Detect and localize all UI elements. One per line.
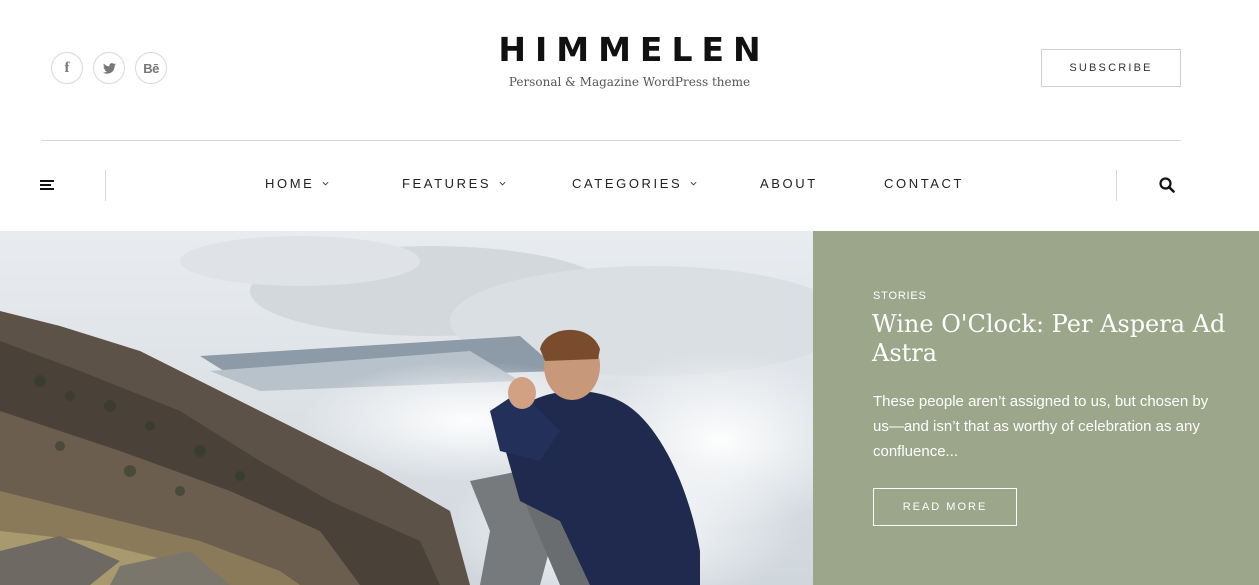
search-icon[interactable] <box>1158 176 1176 194</box>
chevron-down-icon <box>690 181 697 186</box>
nav-item-contact[interactable]: CONTACT <box>884 176 964 191</box>
chevron-down-icon <box>499 181 506 186</box>
nav-item-about[interactable]: ABOUT <box>760 176 818 191</box>
nav-item-label: FEATURES <box>402 176 492 191</box>
post-title[interactable]: Wine O'Clock: Per Aspera Ad Astra <box>872 310 1232 368</box>
nav-item-features[interactable]: FEATURES <box>402 176 506 191</box>
subscribe-button[interactable]: SUBSCRIBE <box>1041 49 1181 87</box>
nav-item-label: CONTACT <box>884 176 965 191</box>
hero-photo-illustration <box>0 231 813 585</box>
nav-item-categories[interactable]: CATEGORIES <box>572 176 697 191</box>
post-excerpt: These people aren’t assigned to us, but … <box>873 393 1209 460</box>
nav-item-label: CATEGORIES <box>572 176 683 191</box>
nav-divider-right <box>1116 170 1117 201</box>
nav-item-home[interactable]: HOME <box>265 176 329 191</box>
read-more-button[interactable]: READ MORE <box>873 488 1017 526</box>
chevron-down-icon <box>322 181 329 186</box>
main-navigation: HOME FEATURES CATEGORIES ABOUT CONTACT <box>0 176 1259 196</box>
nav-item-label: HOME <box>265 176 315 191</box>
nav-item-label: ABOUT <box>760 176 818 191</box>
header-divider <box>41 140 1181 141</box>
hero-image[interactable] <box>0 231 813 585</box>
post-category[interactable]: STORIES <box>873 290 927 302</box>
featured-post-panel: STORIES Wine O'Clock: Per Aspera Ad Astr… <box>813 231 1259 585</box>
